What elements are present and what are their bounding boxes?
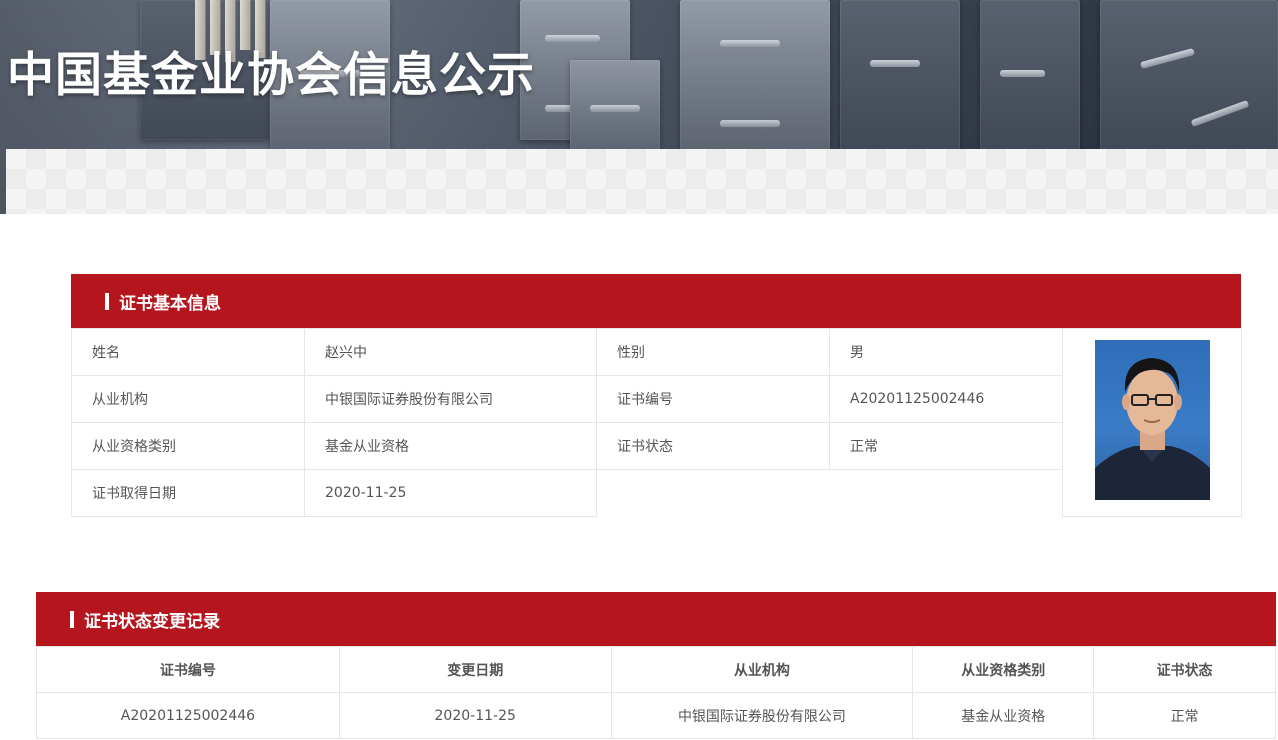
column-header-status: 证书状态 bbox=[1093, 646, 1276, 693]
table-header-row: 证书编号 变更日期 从业机构 从业资格类别 证书状态 bbox=[36, 646, 1276, 693]
cell-certificate-number: A20201125002446 bbox=[36, 692, 340, 739]
label-certificate-number: 证书编号 bbox=[596, 375, 830, 423]
table-row: 姓名 赵兴中 性别 男 bbox=[71, 328, 1242, 517]
page-title: 中国基金业协会信息公示 bbox=[7, 48, 535, 103]
cell-organization: 中银国际证券股份有限公司 bbox=[610, 692, 914, 739]
value-qualification-type: 基金从业资格 bbox=[304, 422, 597, 470]
value-issue-date: 2020-11-25 bbox=[304, 469, 597, 517]
value-name: 赵兴中 bbox=[304, 328, 597, 376]
section-marker bbox=[105, 292, 109, 310]
photo-cell bbox=[1062, 328, 1242, 517]
empty-cell bbox=[597, 470, 1063, 517]
portrait-image bbox=[1094, 358, 1210, 500]
label-gender: 性别 bbox=[596, 328, 830, 376]
column-header-change-date: 变更日期 bbox=[338, 646, 612, 693]
column-header-qualification-type: 从业资格类别 bbox=[912, 646, 1095, 693]
value-organization: 中银国际证券股份有限公司 bbox=[304, 375, 597, 423]
label-qualification-type: 从业资格类别 bbox=[71, 422, 305, 470]
cell-qualification-type: 基金从业资格 bbox=[912, 692, 1095, 739]
pattern-strip bbox=[6, 149, 1278, 214]
avatar bbox=[1094, 340, 1210, 500]
label-certificate-status: 证书状态 bbox=[596, 422, 830, 470]
column-header-organization: 从业机构 bbox=[610, 646, 914, 693]
change-record-table: 证书编号 变更日期 从业机构 从业资格类别 证书状态 A202011250024… bbox=[36, 646, 1276, 739]
label-name: 姓名 bbox=[71, 328, 305, 376]
cell-change-date: 2020-11-25 bbox=[338, 692, 612, 739]
basic-info-table: 姓名 赵兴中 性别 男 从业机构 中银国际证券股份有限公司 证书编号 A2020… bbox=[71, 328, 1242, 517]
cell-status: 正常 bbox=[1093, 692, 1276, 739]
section-title: 证书状态变更记录 bbox=[84, 611, 220, 632]
value-gender: 男 bbox=[829, 328, 1063, 376]
label-issue-date: 证书取得日期 bbox=[71, 469, 305, 517]
value-certificate-status: 正常 bbox=[829, 422, 1063, 470]
page: 中国基金业协会信息公示 证书基本信息 姓名 赵兴中 性别 男 从业机构 中银国际… bbox=[0, 0, 1278, 740]
value-certificate-number: A20201125002446 bbox=[829, 375, 1063, 423]
section-title: 证书基本信息 bbox=[119, 293, 221, 314]
section-header-basic-info: 证书基本信息 bbox=[71, 274, 1241, 328]
section-marker bbox=[70, 610, 74, 628]
table-row: A20201125002446 2020-11-25 中银国际证券股份有限公司 … bbox=[36, 692, 1276, 739]
label-organization: 从业机构 bbox=[71, 375, 305, 423]
section-header-change-record: 证书状态变更记录 bbox=[36, 592, 1276, 646]
column-header-certificate-number: 证书编号 bbox=[36, 646, 340, 693]
